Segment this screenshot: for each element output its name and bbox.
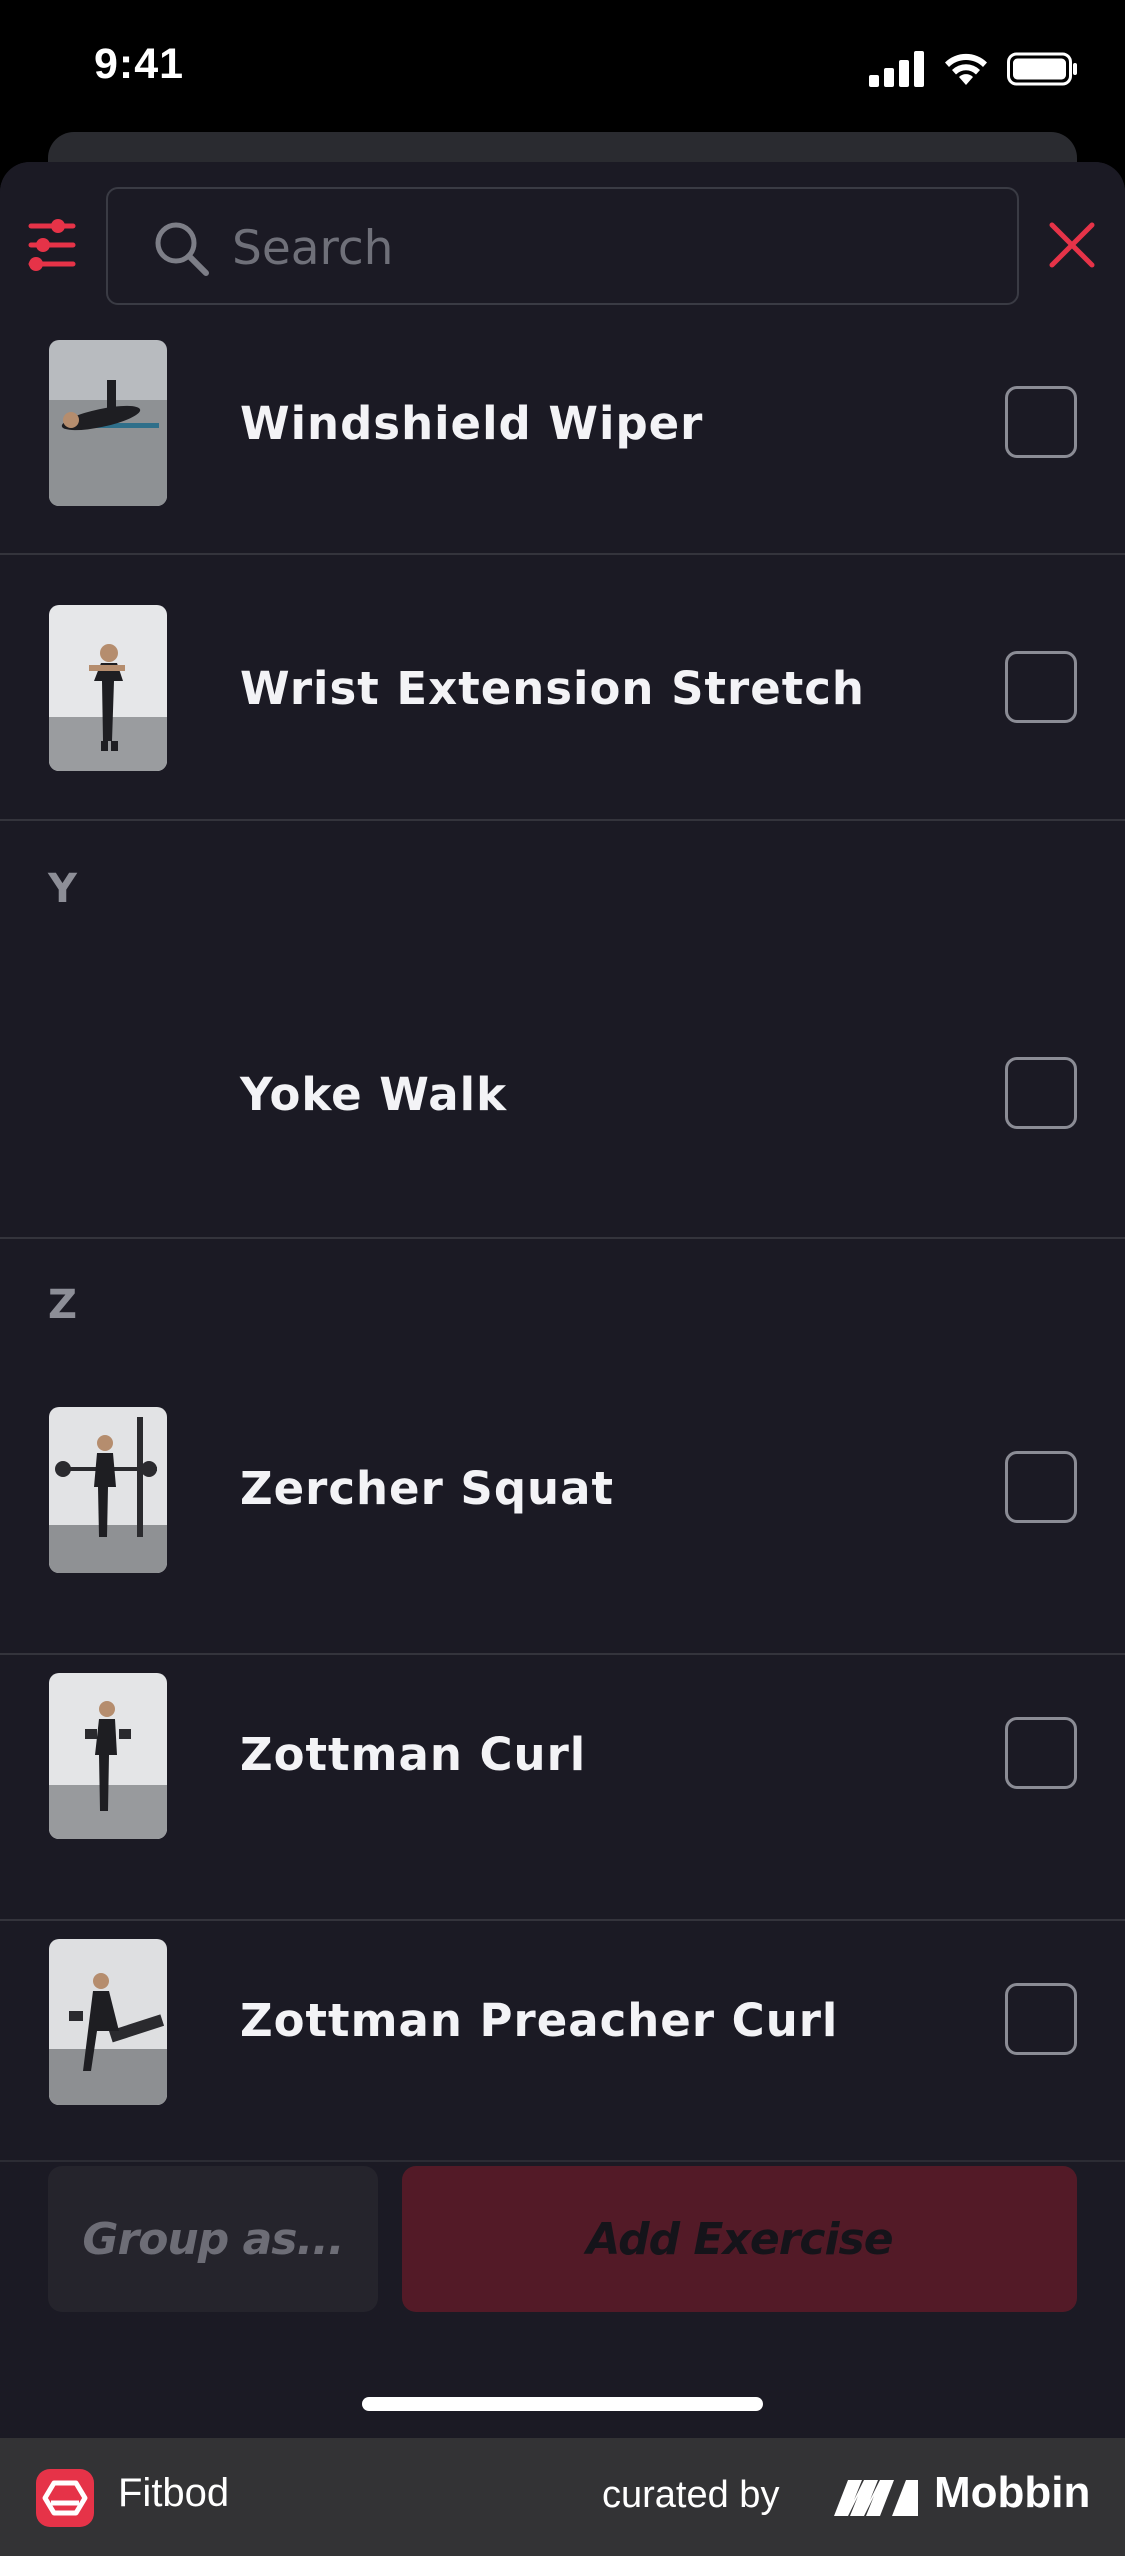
list-item[interactable]: Zottman Curl bbox=[0, 1655, 1125, 1921]
exercise-thumbnail bbox=[49, 1939, 167, 2105]
cellular-signal-icon bbox=[869, 51, 924, 87]
section-header-z: Z bbox=[48, 1282, 78, 1328]
mobbin-logo-icon bbox=[834, 2480, 918, 2516]
exercise-name: Windshield Wiper bbox=[240, 397, 704, 450]
app-name: Fitbod bbox=[118, 2471, 230, 2515]
status-time: 9:41 bbox=[94, 40, 185, 88]
exercise-checkbox[interactable] bbox=[1005, 1057, 1077, 1129]
group-as-button[interactable]: Group as... bbox=[48, 2166, 378, 2312]
exercise-checkbox[interactable] bbox=[1005, 651, 1077, 723]
section-header-y: Y bbox=[48, 866, 77, 912]
list-item[interactable]: Yoke Walk bbox=[0, 973, 1125, 1239]
branding-bar: Fitbod curated by Mobbin bbox=[0, 2438, 1125, 2556]
search-box[interactable] bbox=[106, 187, 1019, 305]
wifi-icon bbox=[945, 53, 987, 85]
search-input[interactable] bbox=[232, 213, 992, 283]
exercise-checkbox[interactable] bbox=[1005, 386, 1077, 458]
exercise-name: Zottman Preacher Curl bbox=[240, 1994, 839, 2047]
exercise-thumbnail bbox=[49, 340, 167, 506]
list-item[interactable]: Zercher Squat bbox=[0, 1389, 1125, 1655]
list-item[interactable]: Zottman Preacher Curl bbox=[0, 1921, 1125, 2187]
footer-actions: Group as... Add Exercise bbox=[0, 2160, 1125, 2438]
exercise-name: Wrist Extension Stretch bbox=[240, 662, 865, 715]
exercise-name: Yoke Walk bbox=[240, 1068, 508, 1121]
status-icons bbox=[869, 46, 1079, 92]
exercise-checkbox[interactable] bbox=[1005, 1983, 1077, 2055]
close-icon[interactable] bbox=[1047, 220, 1097, 270]
list-item[interactable]: Wrist Extension Stretch bbox=[0, 555, 1125, 821]
exercise-thumbnail bbox=[49, 605, 167, 771]
curated-by-label: curated by bbox=[602, 2474, 780, 2516]
exercise-name: Zercher Squat bbox=[240, 1462, 614, 1515]
search-row bbox=[0, 162, 1125, 332]
add-exercise-button[interactable]: Add Exercise bbox=[402, 2166, 1077, 2312]
search-icon bbox=[155, 222, 209, 276]
fitbod-logo-icon bbox=[36, 2469, 94, 2527]
home-indicator bbox=[362, 2397, 763, 2411]
exercise-checkbox[interactable] bbox=[1005, 1451, 1077, 1523]
exercise-name: Zottman Curl bbox=[240, 1728, 587, 1781]
battery-icon bbox=[1007, 52, 1077, 86]
mobbin-wordmark: Mobbin bbox=[934, 2468, 1091, 2517]
status-bar: 9:41 bbox=[0, 0, 1125, 140]
exercise-thumbnail bbox=[49, 1673, 167, 1839]
exercise-checkbox[interactable] bbox=[1005, 1717, 1077, 1789]
exercise-picker-sheet: Windshield Wiper Wrist Extension Stretch bbox=[0, 162, 1125, 2438]
filter-sliders-icon[interactable] bbox=[28, 217, 76, 273]
exercise-thumbnail bbox=[49, 1407, 167, 1573]
